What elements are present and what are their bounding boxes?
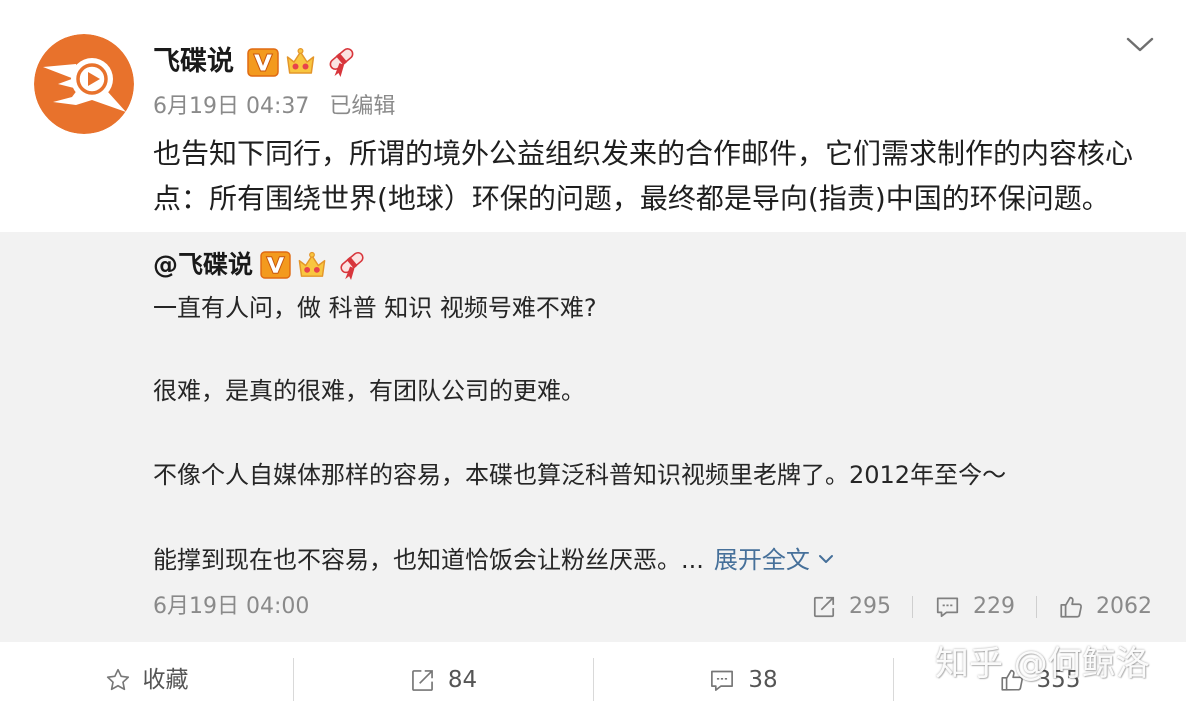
share-icon — [411, 669, 433, 691]
post-text-line: 点：所有围绕世界(地球）环保的问题，最终都是导向(指责)中国的环保问题。 — [153, 182, 1110, 215]
original-repost-count[interactable]: 295 — [811, 593, 891, 621]
original-timestamp[interactable]: 6月19日 04:00 — [153, 593, 309, 621]
original-stats: 295 229 2062 — [811, 592, 1152, 622]
comment-count: 38 — [748, 667, 778, 693]
chevron-down-icon — [818, 555, 833, 563]
original-text-truncated: 能撑到现在也不容易，也知道恰饭会让粉丝厌恶。... — [153, 546, 704, 574]
ribbon-icon — [325, 45, 358, 79]
like-icon — [1060, 596, 1082, 618]
crown-icon — [295, 249, 329, 282]
post-text-line: 也告知下同行，所谓的境外公益组织发来的合作邮件，它们需求制作的内容核心 — [153, 137, 1134, 170]
original-text-paragraph: 一直有人问，做 科普 知识 视频号难不难? — [153, 294, 597, 322]
expand-full-text-link[interactable]: 展开全文 — [714, 546, 834, 574]
feidieshuo-logo-icon — [34, 34, 134, 134]
author-avatar[interactable] — [34, 34, 134, 134]
original-text-paragraph: 很难，是真的很难，有团队公司的更难。 — [153, 377, 585, 405]
chevron-down-icon — [1126, 37, 1154, 52]
post-meta: 6月19日 04:37 已编辑 — [153, 93, 395, 121]
comment-count: 229 — [973, 594, 1015, 619]
stat-divider — [912, 596, 913, 618]
weibo-post-card: 飞碟说 6月19日 04:37 已编辑 也告知下同行，所谓的境外公益组织发来的合… — [0, 0, 1186, 712]
watermark: 知乎 @何鲸洛 — [935, 644, 1150, 684]
comment-icon — [936, 597, 959, 618]
post-text: 也告知下同行，所谓的境外公益组织发来的合作邮件，它们需求制作的内容核心 点：所有… — [153, 131, 1133, 221]
original-comment-count[interactable]: 229 — [934, 593, 1015, 621]
original-footer: 6月19日 04:00 295 229 2062 — [0, 592, 1186, 622]
ribbon-icon — [336, 249, 368, 282]
post-timestamp[interactable]: 6月19日 04:37 — [153, 93, 309, 121]
original-text-paragraph: 能撑到现在也不容易，也知道恰饭会让粉丝厌恶。... 展开全文 — [153, 539, 834, 581]
star-icon — [106, 668, 129, 691]
verified-v-icon — [260, 251, 291, 279]
stat-divider — [1036, 596, 1037, 618]
comment-button[interactable]: 38 — [593, 642, 893, 712]
expand-label: 展开全文 — [713, 546, 810, 574]
original-author-row: @飞碟说 — [153, 249, 368, 281]
post-menu-button[interactable] — [1126, 36, 1154, 52]
share-icon — [813, 596, 835, 618]
like-count: 2062 — [1096, 594, 1152, 619]
original-like-count[interactable]: 2062 — [1058, 593, 1152, 621]
favorite-button[interactable]: 收藏 — [0, 642, 293, 712]
author-name[interactable]: 飞碟说 — [153, 45, 234, 79]
verified-v-icon — [247, 47, 279, 77]
comment-icon — [711, 670, 734, 691]
original-author-mention[interactable]: @飞碟说 — [153, 249, 253, 281]
crown-icon — [283, 45, 318, 79]
edited-label[interactable]: 已编辑 — [329, 93, 395, 121]
favorite-label: 收藏 — [142, 667, 189, 693]
repost-button[interactable]: 84 — [293, 642, 593, 712]
original-text-paragraph: 不像个人自媒体那样的容易，本碟也算泛科普知识视频里老牌了。2012年至今～ — [153, 461, 1007, 489]
author-row: 飞碟说 — [153, 45, 358, 79]
reposted-original[interactable]: @飞碟说 一直有人问，做 科普 知识 视频号难不难? 很难，是真的很难，有团队公… — [0, 232, 1186, 642]
repost-count: 84 — [447, 667, 478, 693]
repost-count: 295 — [849, 594, 891, 619]
